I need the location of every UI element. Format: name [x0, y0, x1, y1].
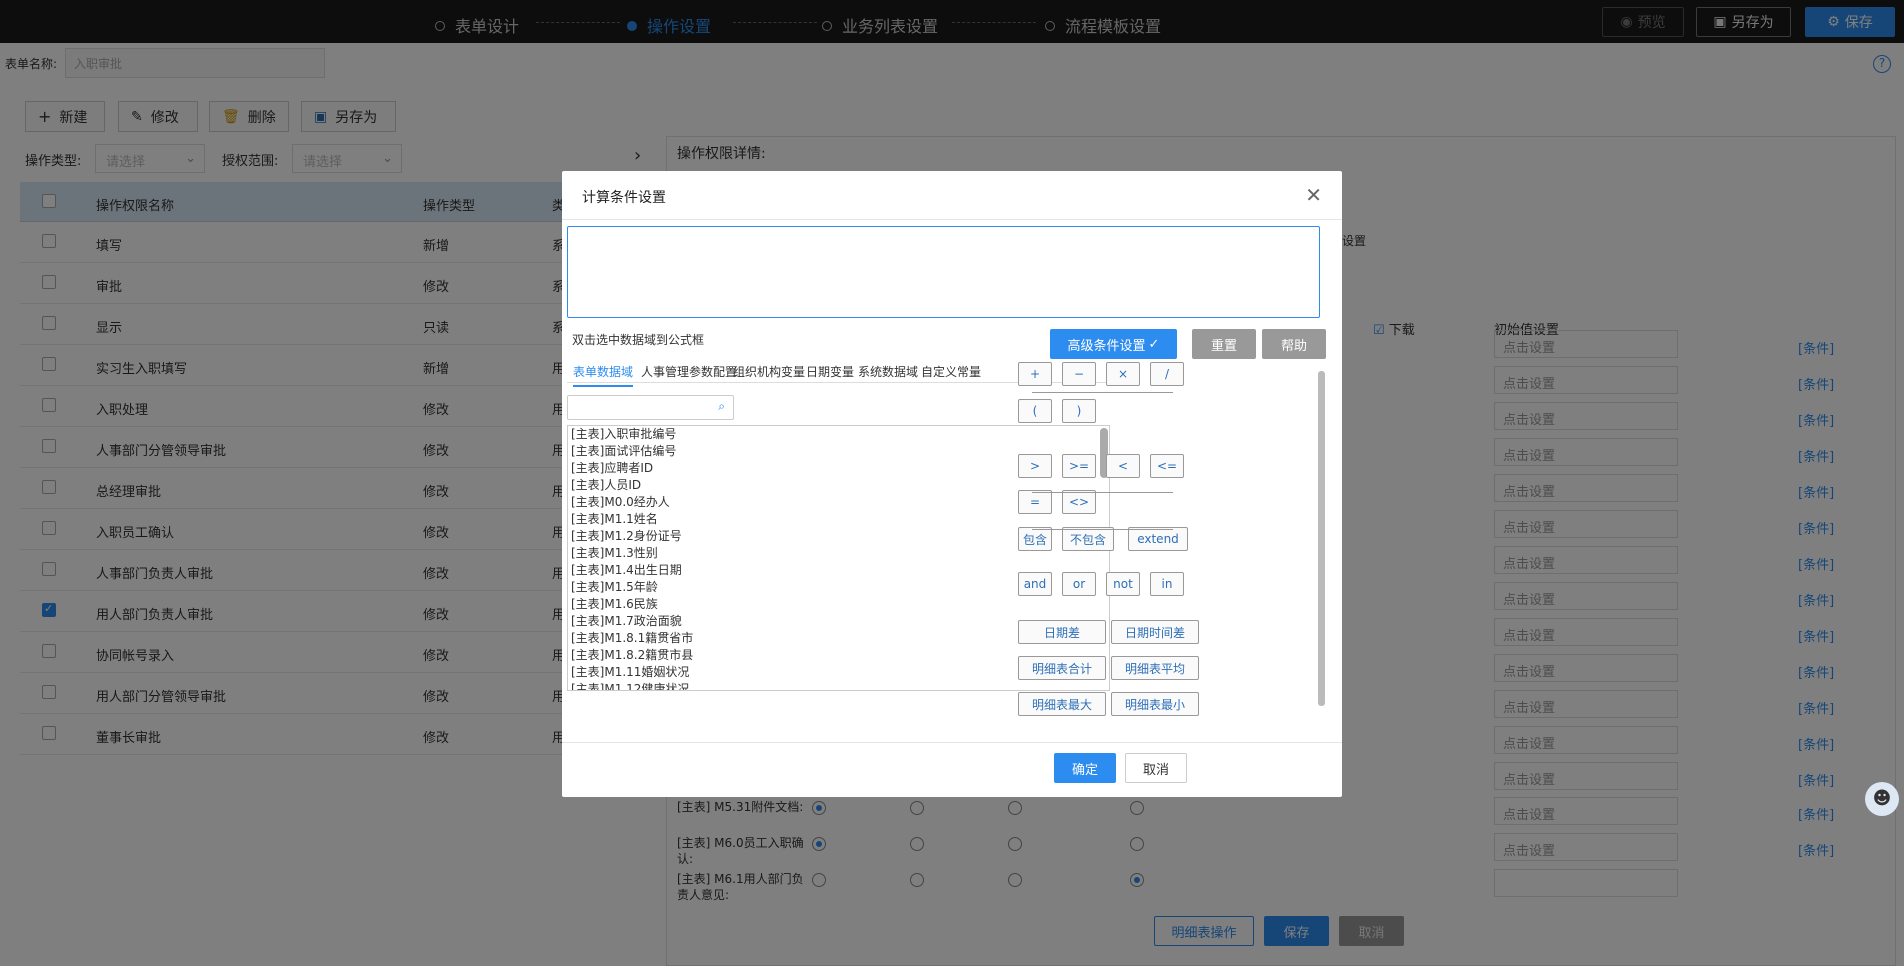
operator-button[interactable]: <= [1150, 454, 1184, 478]
ok-button[interactable]: 确定 [1054, 753, 1116, 783]
advanced-label: 高级条件设置 [1067, 338, 1146, 354]
tab-form-fields[interactable]: 表单数据域 [573, 363, 634, 387]
calc-condition-dialog: 计算条件设置 ✕ 双击选中数据域到公式框 高级条件设置 ✓ 重置 帮助 表单数据域… [562, 171, 1342, 797]
field-list-item[interactable]: [主表]M1.12健康状况 [568, 681, 1109, 690]
operator-button[interactable]: 不包含 [1062, 527, 1114, 551]
operator-button[interactable]: >= [1062, 454, 1096, 478]
operator-button[interactable]: 包含 [1018, 527, 1052, 551]
tab-hr-params[interactable]: 人事管理参数配置 [641, 363, 737, 380]
title-divider [562, 219, 1342, 220]
operator-button[interactable]: < [1106, 454, 1140, 478]
field-search-input[interactable]: ⌕ [567, 395, 734, 420]
operator-button[interactable]: = [1018, 490, 1052, 514]
field-list-item[interactable]: [主表]M1.6民族 [568, 596, 1109, 613]
formula-textarea[interactable] [567, 226, 1320, 318]
formula-hint: 双击选中数据域到公式框 [572, 333, 705, 347]
tab-date-vars[interactable]: 日期变量 [806, 363, 854, 380]
chat-bot-icon[interactable]: ☻ [1865, 782, 1899, 816]
ops-divider [1032, 392, 1173, 393]
tab-org-vars[interactable]: 组织机构变量 [733, 363, 805, 380]
operator-button[interactable]: in [1150, 572, 1184, 596]
tab-system-fields[interactable]: 系统数据域 [858, 363, 918, 380]
advanced-condition-button[interactable]: 高级条件设置 ✓ [1050, 329, 1177, 359]
operator-button[interactable]: > [1018, 454, 1052, 478]
reset-button[interactable]: 重置 [1192, 329, 1256, 359]
operator-button[interactable]: 明细表合计 [1018, 656, 1106, 680]
footer-divider [562, 742, 1342, 743]
operator-button[interactable]: or [1062, 572, 1096, 596]
tab-custom-constants[interactable]: 自定义常量 [921, 363, 981, 380]
search-icon: ⌕ [718, 399, 725, 413]
operator-button[interactable]: / [1150, 362, 1184, 386]
operator-button[interactable]: × [1106, 362, 1140, 386]
cancel-button[interactable]: 取消 [1125, 753, 1187, 783]
ops-divider [1032, 529, 1173, 530]
operator-button[interactable]: extend [1128, 527, 1188, 551]
operator-button[interactable]: 明细表平均 [1111, 656, 1199, 680]
operator-button[interactable]: 日期差 [1018, 620, 1106, 644]
operator-button[interactable]: + [1018, 362, 1052, 386]
operator-button[interactable]: 明细表最小 [1111, 692, 1199, 716]
operator-button[interactable]: not [1106, 572, 1140, 596]
ops-scrollbar[interactable] [1318, 371, 1325, 706]
close-icon[interactable]: ✕ [1305, 185, 1322, 205]
field-list-item[interactable]: [主表]入职审批编号 [568, 426, 1109, 443]
operator-button[interactable]: and [1018, 572, 1052, 596]
dialog-title: 计算条件设置 [582, 190, 666, 206]
operator-button[interactable]: 明细表最大 [1018, 692, 1106, 716]
operator-button[interactable]: 日期时间差 [1111, 620, 1199, 644]
help-button[interactable]: 帮助 [1262, 329, 1326, 359]
operator-button[interactable]: ( [1018, 399, 1052, 423]
check-icon: ✓ [1148, 336, 1160, 352]
operator-button[interactable]: − [1062, 362, 1096, 386]
ops-divider [1032, 492, 1173, 493]
operator-button[interactable]: ) [1062, 399, 1096, 423]
operator-button[interactable]: <> [1062, 490, 1096, 514]
